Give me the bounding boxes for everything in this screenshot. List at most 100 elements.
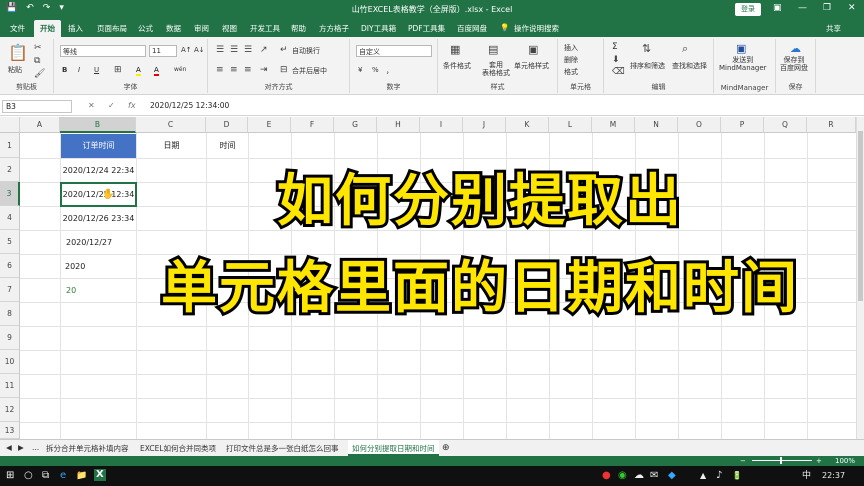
zoom-slider[interactable] — [752, 460, 812, 461]
cell-styles-button[interactable]: 单元格样式 — [514, 61, 549, 71]
ribbon-display-options-icon[interactable]: ▣ — [773, 3, 782, 13]
folder-icon[interactable]: 📁 — [76, 470, 87, 482]
sheet-tab-4[interactable]: 如何分别提取日期和时间 — [348, 440, 439, 456]
col-header-r[interactable]: R — [807, 117, 856, 133]
row-header-8[interactable]: 8 — [0, 302, 20, 326]
sheet-next-icon[interactable]: ▶ — [18, 443, 24, 452]
clock[interactable]: 22:37 — [822, 470, 845, 482]
tray-icon-4[interactable]: ✉ — [650, 470, 658, 482]
zoom-level[interactable]: 100% — [835, 457, 855, 465]
shrink-font-button[interactable]: A↓ — [194, 46, 205, 54]
borders-icon[interactable]: ⊞ — [114, 65, 122, 76]
align-center-icon[interactable]: ≡ — [230, 65, 238, 76]
cell-styles-icon[interactable]: ▣ — [528, 44, 538, 55]
tab-pdf-tools[interactable]: PDF工具集 — [408, 23, 445, 34]
tray-expand-icon[interactable]: ▲ — [700, 470, 706, 482]
tab-formulas[interactable]: 公式 — [138, 23, 153, 34]
format-as-table-button[interactable]: 套用 表格格式 — [482, 61, 510, 77]
align-middle-icon[interactable]: ☰ — [230, 45, 238, 56]
tab-help[interactable]: 帮助 — [291, 23, 306, 34]
battery-icon[interactable]: 🔋 — [732, 470, 742, 482]
formula-input[interactable]: 2020/12/25 12:34:00 — [150, 101, 229, 110]
col-header-p[interactable]: P — [721, 117, 764, 133]
save-to-baidu-button[interactable]: 保存到 百度网盘 — [780, 56, 808, 72]
sort-filter-button[interactable]: 排序和筛选 — [630, 61, 665, 71]
col-header-i[interactable]: I — [420, 117, 463, 133]
row-header-9[interactable]: 9 — [0, 326, 20, 350]
paste-icon[interactable]: 📋 — [8, 45, 28, 61]
start-icon[interactable]: ⊞ — [6, 470, 14, 482]
tab-baidu-netdisk[interactable]: 百度网盘 — [457, 23, 487, 34]
autosum-button[interactable]: Σ — [612, 42, 618, 52]
worksheet-grid[interactable]: A B C D E F G H I J K L M N O P Q R 1 2 … — [0, 117, 856, 439]
tell-me-search[interactable]: 操作说明搜索 — [514, 23, 559, 34]
login-button[interactable]: 登录 — [735, 3, 761, 16]
row-header-13[interactable]: 13 — [0, 422, 20, 439]
col-header-g[interactable]: G — [334, 117, 377, 133]
align-right-icon[interactable]: ≡ — [244, 65, 252, 76]
copy-icon[interactable]: ⧉ — [34, 56, 40, 67]
tray-icon-2[interactable]: ◉ — [618, 470, 627, 482]
row-header-12[interactable]: 12 — [0, 398, 20, 422]
restore-icon[interactable]: ❐ — [823, 3, 831, 13]
vertical-scroll-thumb[interactable] — [858, 131, 863, 301]
sheet-tab-1[interactable]: 拆分合并单元格补填内容 — [46, 443, 129, 454]
bold-button[interactable]: B — [62, 66, 67, 74]
tab-file[interactable]: 文件 — [10, 23, 25, 34]
col-header-j[interactable]: J — [463, 117, 506, 133]
row-header-5[interactable]: 5 — [0, 230, 20, 254]
comma-button[interactable]: ， — [386, 66, 393, 76]
baidu-netdisk-icon[interactable]: ☁ — [790, 43, 801, 54]
insert-function-button[interactable]: fx — [128, 101, 136, 110]
format-as-table-icon[interactable]: ▤ — [488, 44, 498, 55]
col-header-l[interactable]: L — [549, 117, 592, 133]
zoom-out-button[interactable]: − — [740, 457, 746, 465]
cell-d1[interactable]: 时间 — [207, 134, 248, 158]
merge-center-icon[interactable]: ⊟ — [280, 65, 288, 76]
tab-developer[interactable]: 开发工具 — [250, 23, 280, 34]
underline-button[interactable]: U — [94, 66, 99, 74]
grow-font-button[interactable]: A↑ — [181, 46, 192, 54]
zoom-in-button[interactable]: + — [816, 457, 822, 465]
percent-button[interactable]: % — [372, 66, 379, 74]
col-header-k[interactable]: K — [506, 117, 549, 133]
tab-view[interactable]: 视图 — [222, 23, 237, 34]
currency-button[interactable]: ¥ — [358, 66, 362, 74]
sheet-prev-icon[interactable]: ◀ — [6, 443, 12, 452]
font-name-combo[interactable]: 等线 — [60, 45, 146, 57]
tray-icon-1[interactable]: ● — [602, 470, 611, 482]
col-header-a[interactable]: A — [20, 117, 60, 133]
row-header-11[interactable]: 11 — [0, 374, 20, 398]
col-header-e[interactable]: E — [248, 117, 291, 133]
row-header-3[interactable]: 3 — [0, 182, 20, 206]
share-button[interactable]: 共享 — [826, 23, 841, 34]
zoom-slider-thumb[interactable] — [780, 457, 782, 464]
name-box[interactable]: B3 — [2, 100, 72, 113]
cut-icon[interactable]: ✂ — [34, 43, 42, 54]
fill-icon[interactable]: ⬇ — [612, 55, 620, 66]
conditional-format-button[interactable]: 条件格式 — [443, 61, 471, 71]
tray-icon-3[interactable]: ☁ — [634, 470, 644, 482]
find-select-button[interactable]: 查找和选择 — [672, 61, 707, 71]
col-header-c[interactable]: C — [136, 117, 206, 133]
format-painter-icon[interactable]: 🖌 — [34, 69, 45, 80]
col-header-d[interactable]: D — [206, 117, 248, 133]
task-view-icon[interactable]: ⧉ — [42, 470, 49, 482]
phonetic-button[interactable]: wén — [174, 66, 186, 73]
sort-filter-icon[interactable]: ⇅ — [642, 43, 651, 54]
vertical-scrollbar[interactable] — [856, 117, 864, 439]
excel-taskbar-icon[interactable]: X — [94, 469, 106, 481]
col-header-o[interactable]: O — [678, 117, 721, 133]
insert-cells-button[interactable]: 插入 — [564, 43, 578, 53]
tab-review[interactable]: 审阅 — [194, 23, 209, 34]
delete-cells-button[interactable]: 删除 — [564, 55, 578, 65]
tab-data[interactable]: 数据 — [166, 23, 181, 34]
row-header-10[interactable]: 10 — [0, 350, 20, 374]
col-header-n[interactable]: N — [635, 117, 678, 133]
close-icon[interactable]: ✕ — [848, 3, 856, 13]
tab-home[interactable]: 开始 — [34, 20, 61, 37]
format-cells-button[interactable]: 格式 — [564, 67, 578, 77]
align-left-icon[interactable]: ≡ — [216, 65, 224, 76]
italic-button[interactable]: I — [78, 66, 80, 74]
sheet-tab-2[interactable]: EXCEL如何合并同类项 — [140, 443, 216, 454]
